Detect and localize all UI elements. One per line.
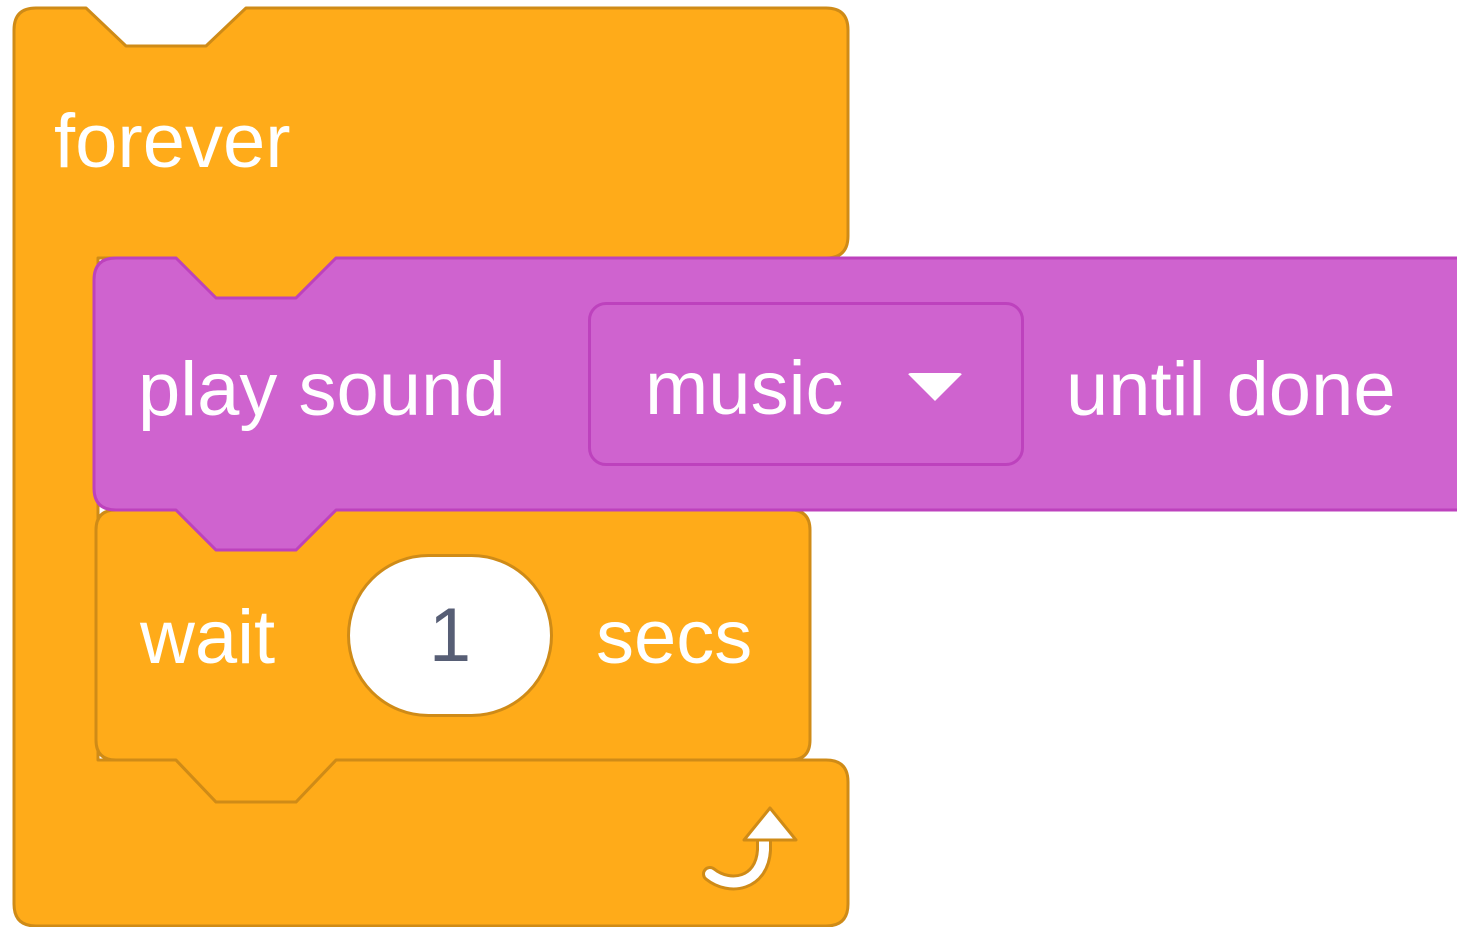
play-sound-label: play sound (138, 347, 506, 432)
sound-dropdown-value: music (645, 346, 844, 431)
until-done-label: until done (1066, 347, 1396, 432)
wait-duration-input[interactable]: 1 (347, 554, 553, 717)
loop-arrow-icon (702, 806, 798, 891)
secs-label: secs (596, 595, 753, 680)
script-canvas: forever play sound music until done wait… (0, 0, 1457, 927)
wait-label: wait (140, 595, 276, 680)
sound-dropdown[interactable]: music (588, 302, 1024, 466)
forever-label: forever (54, 99, 291, 184)
dropdown-caret-icon (907, 373, 963, 401)
